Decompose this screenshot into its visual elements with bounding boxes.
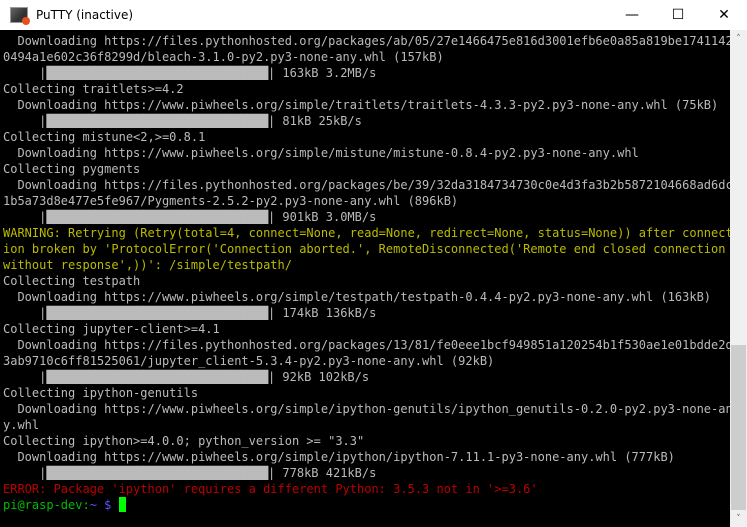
- output-text: Collecting ipython>=4.0.0; python_versio…: [3, 434, 365, 448]
- output-text: | 174kB 136kB/s: [267, 306, 377, 320]
- output-text: Collecting mistune<2,>=0.8.1: [3, 130, 206, 144]
- output-text: | 163kB 3.2MB/s: [267, 66, 377, 80]
- output-text: Downloading https://www.piwheels.org/sim…: [3, 450, 675, 464]
- output-text: Downloading https://www.piwheels.org/sim…: [3, 402, 730, 416]
- terminal-line: WARNING: Retrying (Retry(total=4, connec…: [3, 225, 730, 241]
- output-text: Collecting traitlets>=4.2: [3, 82, 184, 96]
- output-text: y.whl: [3, 418, 40, 432]
- terminal-line: ERROR: Package 'ipython' requires a diff…: [3, 481, 730, 497]
- output-text: | 81kB 25kB/s: [267, 114, 362, 128]
- scroll-down-arrow-icon[interactable]: ˅: [730, 510, 747, 527]
- output-text: Collecting ipython-genutils: [3, 386, 199, 400]
- terminal-line: 1b5a73d8e477e5fe967/Pygments-2.5.2-py2.p…: [3, 193, 730, 209]
- progress-bar: ████████████████████████████████: [46, 210, 268, 224]
- output-text: 3ab9710c6ff81525061/jupyter_client-5.3.4…: [3, 354, 495, 368]
- terminal-line: Collecting jupyter-client>=4.1: [3, 321, 730, 337]
- close-button[interactable]: ✕: [701, 0, 747, 30]
- progress-bar: ████████████████████████████████: [46, 466, 268, 480]
- output-text: |: [3, 466, 47, 480]
- output-text: |: [3, 370, 47, 384]
- terminal-line: pi@rasp-dev:~ $: [3, 497, 730, 513]
- text-cursor: [118, 497, 126, 512]
- terminal-line: |████████████████████████████████| 163kB…: [3, 65, 730, 81]
- output-text: 1b5a73d8e477e5fe967/Pygments-2.5.2-py2.p…: [3, 194, 459, 208]
- output-text: Downloading https://files.pythonhosted.o…: [3, 178, 730, 192]
- shell-prompt: pi@rasp-dev:: [3, 498, 90, 512]
- output-text: 0494a1e602c36f8299d/bleach-3.1.0-py2.py3…: [3, 50, 444, 64]
- output-text: |: [3, 66, 47, 80]
- maximize-button[interactable]: ☐: [655, 0, 701, 30]
- warning-text: WARNING: Retrying (Retry(total=4, connec…: [3, 226, 730, 240]
- terminal-line: 3ab9710c6ff81525061/jupyter_client-5.3.4…: [3, 353, 730, 369]
- scrollbar-thumb[interactable]: [731, 345, 746, 510]
- terminal-line: Collecting mistune<2,>=0.8.1: [3, 129, 730, 145]
- vertical-scrollbar[interactable]: ˄ ˅: [730, 30, 747, 527]
- output-text: |: [3, 114, 47, 128]
- terminal-line: |████████████████████████████████| 174kB…: [3, 305, 730, 321]
- progress-bar: ████████████████████████████████: [46, 114, 268, 128]
- terminal-line: |████████████████████████████████| 92kB …: [3, 369, 730, 385]
- output-text: | 92kB 102kB/s: [267, 370, 370, 384]
- output-text: Downloading https://www.piwheels.org/sim…: [3, 290, 712, 304]
- shell-prompt: ~ $: [89, 498, 119, 512]
- terminal-lines: Downloading https://files.pythonhosted.o…: [3, 33, 730, 513]
- progress-bar: ████████████████████████████████: [46, 66, 268, 80]
- terminal-line: |████████████████████████████████| 901kB…: [3, 209, 730, 225]
- terminal-output[interactable]: Downloading https://files.pythonhosted.o…: [0, 30, 730, 527]
- scroll-up-arrow-icon[interactable]: ˄: [730, 30, 747, 47]
- terminal-line: Downloading https://www.piwheels.org/sim…: [3, 449, 730, 465]
- terminal-line: y.whl: [3, 417, 730, 433]
- terminal-line: Collecting traitlets>=4.2: [3, 81, 730, 97]
- putty-app-icon[interactable]: [10, 7, 30, 25]
- terminal-line: Collecting pygments: [3, 161, 730, 177]
- output-text: |: [3, 306, 47, 320]
- terminal-line: Downloading https://www.piwheels.org/sim…: [3, 401, 730, 417]
- output-text: Downloading https://www.piwheels.org/sim…: [3, 98, 719, 112]
- title-bar[interactable]: PuTTY (inactive) — ☐ ✕: [0, 0, 747, 30]
- output-text: Collecting testpath: [3, 274, 141, 288]
- output-text: |: [3, 210, 47, 224]
- terminal-line: Downloading https://www.piwheels.org/sim…: [3, 97, 730, 113]
- minimize-button[interactable]: —: [609, 0, 655, 30]
- window-title: PuTTY (inactive): [36, 8, 134, 22]
- terminal-line: Downloading https://files.pythonhosted.o…: [3, 177, 730, 193]
- terminal-line: ion broken by 'ProtocolError('Connection…: [3, 241, 730, 257]
- terminal-line: Downloading https://files.pythonhosted.o…: [3, 33, 730, 49]
- terminal-line: Downloading https://files.pythonhosted.o…: [3, 337, 730, 353]
- error-text: ERROR: Package 'ipython' requires a diff…: [3, 482, 538, 496]
- output-text: Downloading https://files.pythonhosted.o…: [3, 34, 730, 48]
- terminal-line: Downloading https://www.piwheels.org/sim…: [3, 145, 730, 161]
- terminal-line: Collecting ipython-genutils: [3, 385, 730, 401]
- output-text: Downloading https://files.pythonhosted.o…: [3, 338, 730, 352]
- progress-bar: ████████████████████████████████: [46, 370, 268, 384]
- progress-bar: ████████████████████████████████: [46, 306, 268, 320]
- warning-text: without response',))': /simple/testpath/: [3, 258, 292, 272]
- terminal-line: |████████████████████████████████| 778kB…: [3, 465, 730, 481]
- output-text: Collecting pygments: [3, 162, 141, 176]
- terminal-line: Collecting ipython>=4.0.0; python_versio…: [3, 433, 730, 449]
- terminal-line: Downloading https://www.piwheels.org/sim…: [3, 289, 730, 305]
- output-text: Collecting jupyter-client>=4.1: [3, 322, 220, 336]
- warning-text: ion broken by 'ProtocolError('Connection…: [3, 242, 726, 256]
- output-text: Downloading https://www.piwheels.org/sim…: [3, 146, 639, 160]
- output-text: | 901kB 3.0MB/s: [267, 210, 377, 224]
- terminal-line: 0494a1e602c36f8299d/bleach-3.1.0-py2.py3…: [3, 49, 730, 65]
- output-text: | 778kB 421kB/s: [267, 466, 377, 480]
- terminal-line: Collecting testpath: [3, 273, 730, 289]
- terminal-line: |████████████████████████████████| 81kB …: [3, 113, 730, 129]
- terminal-line: without response',))': /simple/testpath/: [3, 257, 730, 273]
